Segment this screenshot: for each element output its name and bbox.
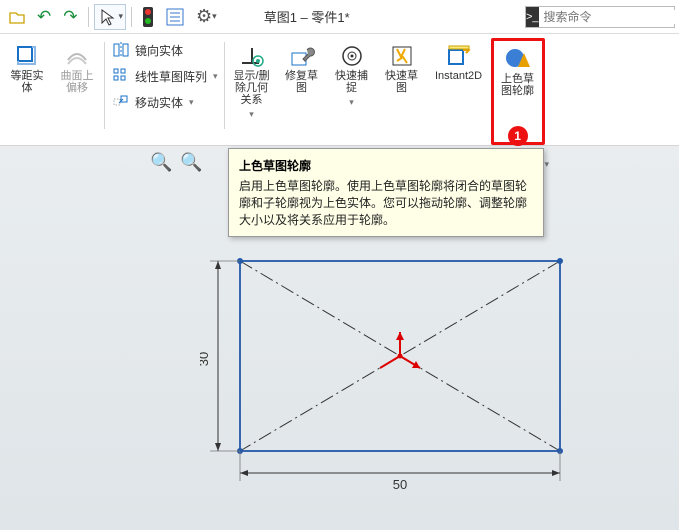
rapid-sketch-button[interactable]: 快速草 图 xyxy=(377,38,427,145)
separator xyxy=(224,42,225,129)
label: Instant2D xyxy=(435,70,482,82)
dim-height: 30 xyxy=(200,352,211,366)
linear-pattern-icon xyxy=(111,66,131,86)
tooltip-shaded-sketch: 上色草图轮廓 启用上色草图轮廓。使用上色草图轮廓将闭合的草图轮廓和子轮廓视为上色… xyxy=(228,148,544,237)
surface-offset-icon xyxy=(65,42,89,70)
label: 等距实 体 xyxy=(11,70,44,94)
surface-offset-button: 曲面上 偏移 xyxy=(52,38,102,145)
traffic-light-icon[interactable] xyxy=(137,3,159,31)
zoom-fit-icon[interactable]: 🔍 xyxy=(150,152,172,173)
chevron-down-icon: ▾ xyxy=(349,98,354,108)
label: 快速草 图 xyxy=(385,70,418,94)
label: 曲面上 偏移 xyxy=(61,70,94,94)
entity-tools-group: 镜向实体 线性草图阵列 ▾ 移动实体 ▾ xyxy=(107,38,222,145)
terminal-icon: >_ xyxy=(526,7,539,27)
relations-icon xyxy=(239,42,265,70)
command-search[interactable]: >_ xyxy=(525,6,675,28)
separator xyxy=(104,42,105,129)
shaded-sketch-contours-button[interactable]: 上色草 图轮廓 1 xyxy=(491,38,545,145)
snap-icon xyxy=(339,42,365,70)
rapid-sketch-icon xyxy=(389,42,415,70)
search-input[interactable] xyxy=(539,10,679,24)
chevron-down-icon: ▾ xyxy=(189,97,194,108)
label: 镜向实体 xyxy=(135,42,183,59)
separator xyxy=(88,7,89,27)
graphics-viewport[interactable]: 🔍 🔍 🖵 ▾ 上色草图轮廓 启用上色草图轮廓。使用上色草图轮廓将闭合的草图轮廓… xyxy=(0,146,679,530)
chevron-down-icon: ▾ xyxy=(119,11,124,22)
offset-entities-button[interactable]: 等距实 体 xyxy=(2,38,52,145)
settings-gear-icon[interactable]: ⚙▾ xyxy=(191,3,222,30)
label: 显示/删 除几何 关系 xyxy=(234,70,270,106)
linear-pattern-button[interactable]: 线性草图阵列 ▾ xyxy=(111,66,218,86)
open-icon[interactable] xyxy=(4,6,30,28)
label: 上色草 图轮廓 xyxy=(501,73,534,97)
repair-icon xyxy=(289,42,315,70)
list-icon[interactable] xyxy=(161,5,189,29)
redo-icon[interactable]: ↷ xyxy=(58,4,82,30)
display-delete-relations-button[interactable]: 显示/删 除几何 关系 ▾ xyxy=(227,38,277,145)
mirror-icon xyxy=(111,40,131,60)
view-heads-up-toolbar: 🔍 🔍 xyxy=(150,152,203,173)
quick-snaps-button[interactable]: 快速捕 捉 ▾ xyxy=(327,38,377,145)
dim-width: 50 xyxy=(393,477,407,492)
document-title: 草图1 – 零件1* xyxy=(264,7,350,26)
mirror-entities-button[interactable]: 镜向实体 xyxy=(111,40,218,60)
label: 线性草图阵列 xyxy=(135,68,207,85)
repair-sketch-button[interactable]: 修复草 图 xyxy=(277,38,327,145)
instant2d-icon xyxy=(446,42,472,70)
ribbon-toolbar: 等距实 体 曲面上 偏移 镜向实体 线性草图阵列 ▾ 移动实体 ▾ 显示/删 除… xyxy=(0,34,679,146)
label: 移动实体 xyxy=(135,94,183,111)
tooltip-title: 上色草图轮廓 xyxy=(239,157,533,174)
offset-icon xyxy=(15,42,39,70)
zoom-area-icon[interactable]: 🔍 xyxy=(180,152,202,173)
move-entities-button[interactable]: 移动实体 ▾ xyxy=(111,92,218,112)
label: 快速捕 捉 xyxy=(335,70,368,94)
tooltip-body: 启用上色草图轮廓。使用上色草图轮廓将闭合的草图轮廓和子轮廓视为上色实体。您可以拖… xyxy=(239,178,533,228)
undo-icon[interactable]: ↶ xyxy=(32,4,56,30)
select-tool[interactable]: ▾ xyxy=(94,4,127,30)
label: 修复草 图 xyxy=(285,70,318,94)
quick-access-toolbar: ↶ ↷ ▾ ⚙▾ 草图1 – 零件1* >_ xyxy=(0,0,679,34)
sketch-geometry: 30 50 xyxy=(200,251,580,491)
move-icon xyxy=(111,92,131,112)
separator xyxy=(131,7,132,27)
chevron-down-icon: ▾ xyxy=(213,71,218,82)
callout-badge: 1 xyxy=(508,126,528,146)
shaded-profile-icon xyxy=(504,45,532,73)
instant2d-button[interactable]: Instant2D xyxy=(427,38,491,145)
chevron-down-icon: ▾ xyxy=(249,110,254,120)
